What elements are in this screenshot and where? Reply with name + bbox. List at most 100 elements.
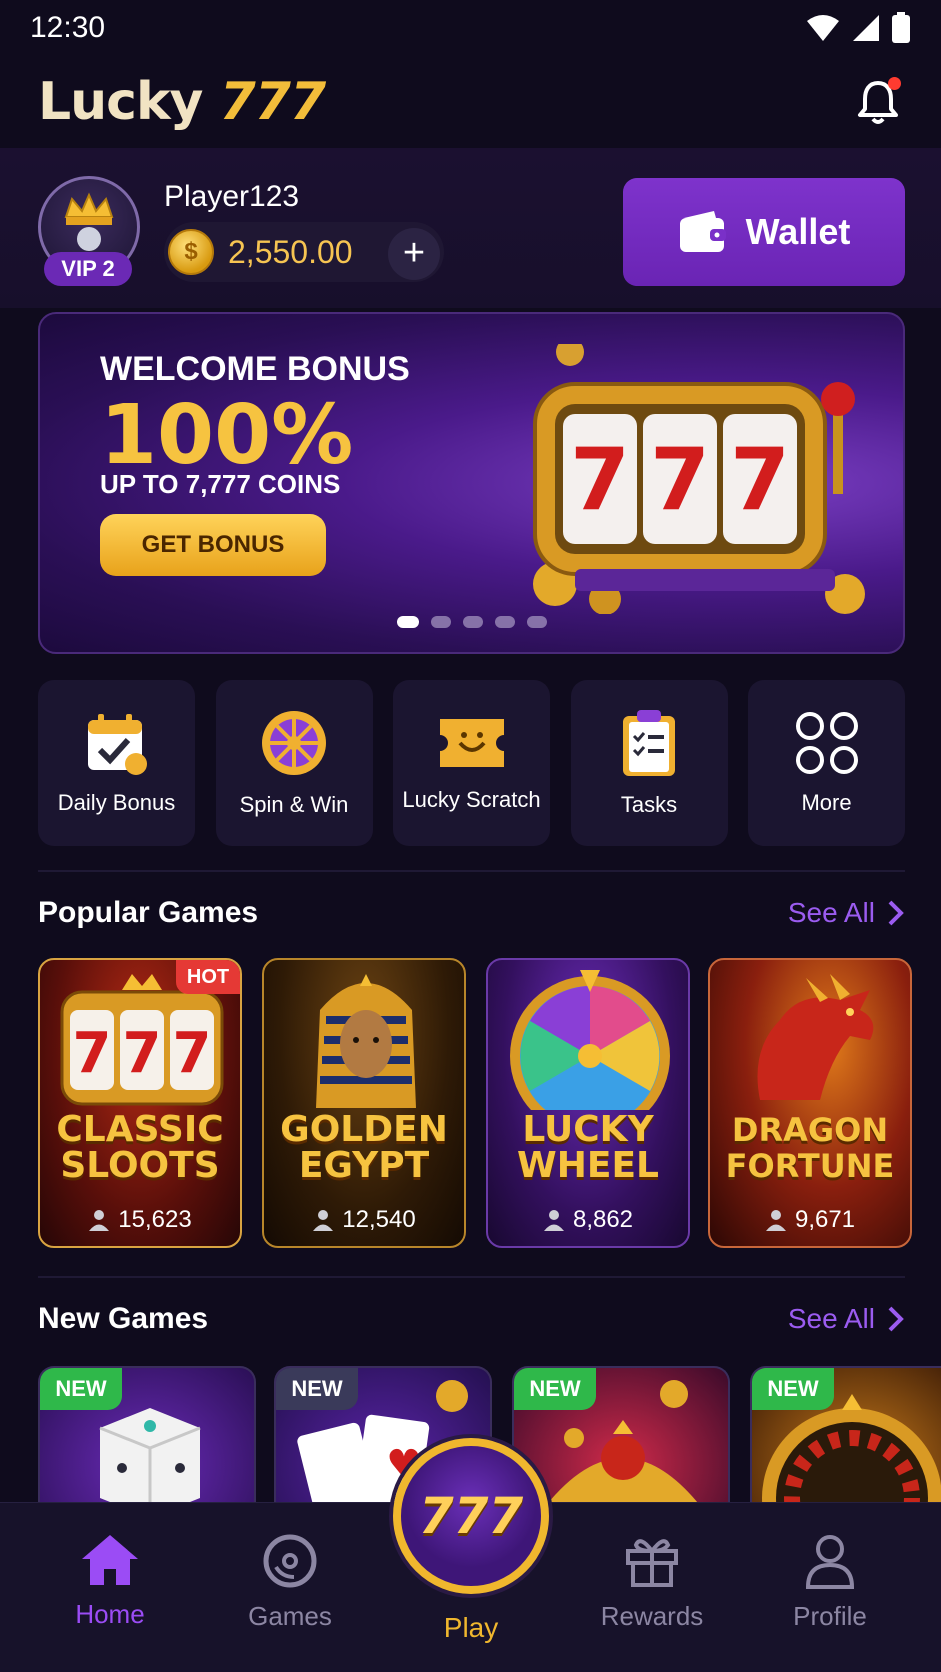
new-see-all-link[interactable]: See All xyxy=(788,1303,905,1335)
chevron-right-icon xyxy=(888,900,904,926)
new-game-card-dice[interactable]: NEW xyxy=(38,1366,256,1506)
user-icon xyxy=(765,1210,786,1231)
quick-action-label: Daily Bonus xyxy=(57,790,176,815)
popular-games-header: Popular Games See All xyxy=(38,896,905,930)
new-game-card-treasure[interactable]: NEW xyxy=(512,1366,730,1506)
carousel-dot[interactable] xyxy=(396,616,419,628)
new-game-card-roulette[interactable]: NEW xyxy=(750,1366,941,1506)
username: Player123 xyxy=(164,180,300,213)
wallet-button[interactable]: Wallet xyxy=(623,178,905,286)
nav-home[interactable]: Home xyxy=(40,1533,180,1630)
wallet-label: Wallet xyxy=(745,211,851,252)
app-logo[interactable]: Lucky 777 xyxy=(38,72,327,132)
promo-banner[interactable]: WELCOME BONUS 100% UP TO 7,777 COINS GET… xyxy=(38,312,905,654)
game-title: CLASSIC SLOOTS xyxy=(56,1109,224,1186)
quick-action-daily-bonus[interactable]: Daily Bonus xyxy=(38,680,195,846)
home-icon xyxy=(82,1535,138,1585)
logo-text-lucky: Lucky xyxy=(38,72,203,132)
player-count: 8,862 xyxy=(488,1206,688,1234)
quick-action-tasks[interactable]: Tasks xyxy=(570,680,728,846)
wifi-icon xyxy=(807,15,839,41)
status-bar: 12:30 xyxy=(0,0,941,56)
game-card-golden-egypt[interactable]: GOLDEN EGYPT 12,540 xyxy=(262,958,466,1248)
nav-games[interactable]: Games xyxy=(220,1533,360,1632)
carousel-dot[interactable] xyxy=(526,616,547,628)
games-disc-icon xyxy=(263,1534,317,1588)
quick-action-label: Lucky Scratch xyxy=(402,787,541,812)
nav-label: Home xyxy=(75,1599,145,1629)
see-all-label: See All xyxy=(787,1303,875,1334)
wheel-illustration xyxy=(510,970,670,1110)
banner-subtitle: UP TO 7,777 COINS xyxy=(100,469,341,499)
wheel-icon xyxy=(262,711,326,775)
clipboard-icon xyxy=(623,710,675,776)
notification-dot xyxy=(888,77,901,90)
nav-label: Rewards xyxy=(600,1601,704,1631)
gift-icon xyxy=(626,1539,678,1587)
status-time: 12:30 xyxy=(30,11,106,44)
coin-icon: $ xyxy=(168,229,214,275)
status-icons xyxy=(805,12,911,44)
game-card-classic-sloots[interactable]: 7 7 7 HOT CLASSIC SLOOTS 15,623 xyxy=(38,958,242,1248)
nav-rewards[interactable]: Rewards xyxy=(582,1533,722,1632)
svg-text:7: 7 xyxy=(570,430,630,530)
quick-actions: Daily Bonus Spin & Win Lucky Scratch Tas… xyxy=(38,680,905,846)
quick-action-more[interactable]: More xyxy=(748,680,905,846)
quick-action-spin-win[interactable]: Spin & Win xyxy=(215,680,373,846)
carousel-dot[interactable] xyxy=(430,616,451,628)
popular-games-title: Popular Games xyxy=(38,896,259,929)
app-header: Lucky 777 xyxy=(0,56,941,148)
player-count: 15,623 xyxy=(40,1206,240,1234)
hot-badge: HOT xyxy=(176,960,240,994)
nav-label: Profile xyxy=(793,1601,867,1631)
user-icon xyxy=(89,1210,110,1231)
popular-games-row: 7 7 7 HOT CLASSIC SLOOTS 15,623 GOLDEN E… xyxy=(38,958,941,1250)
carousel-dot[interactable] xyxy=(494,616,515,628)
quick-action-label: More xyxy=(801,790,852,815)
player-count: 9,671 xyxy=(710,1206,910,1234)
banner-title: WELCOME BONUS xyxy=(100,350,410,388)
wallet-icon xyxy=(679,211,726,252)
user-icon xyxy=(543,1210,564,1231)
pharaoh-illustration xyxy=(316,974,416,1108)
calendar-check-icon xyxy=(87,714,147,775)
quick-action-lucky-scratch[interactable]: Lucky Scratch xyxy=(393,680,550,846)
signal-icon xyxy=(853,15,879,41)
game-card-lucky-wheel[interactable]: LUCKY WHEEL 8,862 xyxy=(486,958,690,1248)
balance-value: 2,550.00 xyxy=(228,233,353,270)
new-badge: NEW xyxy=(40,1368,122,1410)
new-games-header: New Games See All xyxy=(38,1302,905,1336)
chevron-right-icon xyxy=(888,1306,904,1332)
divider xyxy=(38,1276,905,1278)
nav-profile[interactable]: Profile xyxy=(760,1533,900,1632)
divider xyxy=(38,870,905,872)
play-label: Play xyxy=(443,1612,499,1643)
svg-text:7: 7 xyxy=(123,1021,162,1086)
new-badge: NEW xyxy=(752,1368,834,1410)
profile-area: VIP 2 Player123 $ 2,550.00 + Wallet xyxy=(0,148,941,308)
user-profile-icon xyxy=(805,1535,855,1589)
game-title: DRAGON FORTUNE xyxy=(725,1111,895,1185)
play-button[interactable]: 777 xyxy=(393,1438,549,1594)
new-badge: NEW xyxy=(514,1368,596,1410)
popular-see-all-link[interactable]: See All xyxy=(788,897,905,929)
svg-text:7: 7 xyxy=(730,430,790,530)
player-count: 12,540 xyxy=(264,1206,464,1234)
notification-button[interactable] xyxy=(853,77,903,127)
game-card-dragon-fortune[interactable]: DRAGON FORTUNE 9,671 xyxy=(708,958,912,1248)
battery-icon xyxy=(892,12,910,43)
quick-action-label: Spin & Win xyxy=(239,792,349,817)
new-games-title: New Games xyxy=(38,1302,209,1335)
get-bonus-button[interactable]: GET BONUS xyxy=(100,514,326,576)
svg-text:7: 7 xyxy=(650,430,710,530)
new-badge: NEW xyxy=(276,1368,358,1410)
game-title: LUCKY WHEEL xyxy=(517,1109,659,1186)
vip-badge: VIP 2 xyxy=(44,252,132,286)
slot-machine-illustration: 7 7 7 xyxy=(533,344,865,614)
carousel-dot[interactable] xyxy=(462,616,483,628)
add-coins-button[interactable]: + xyxy=(388,228,440,280)
grid-icon xyxy=(795,712,858,774)
logo-text-777: 777 xyxy=(219,72,327,132)
game-title: GOLDEN EGYPT xyxy=(280,1109,448,1186)
play-777-badge: 777 xyxy=(418,1487,524,1545)
